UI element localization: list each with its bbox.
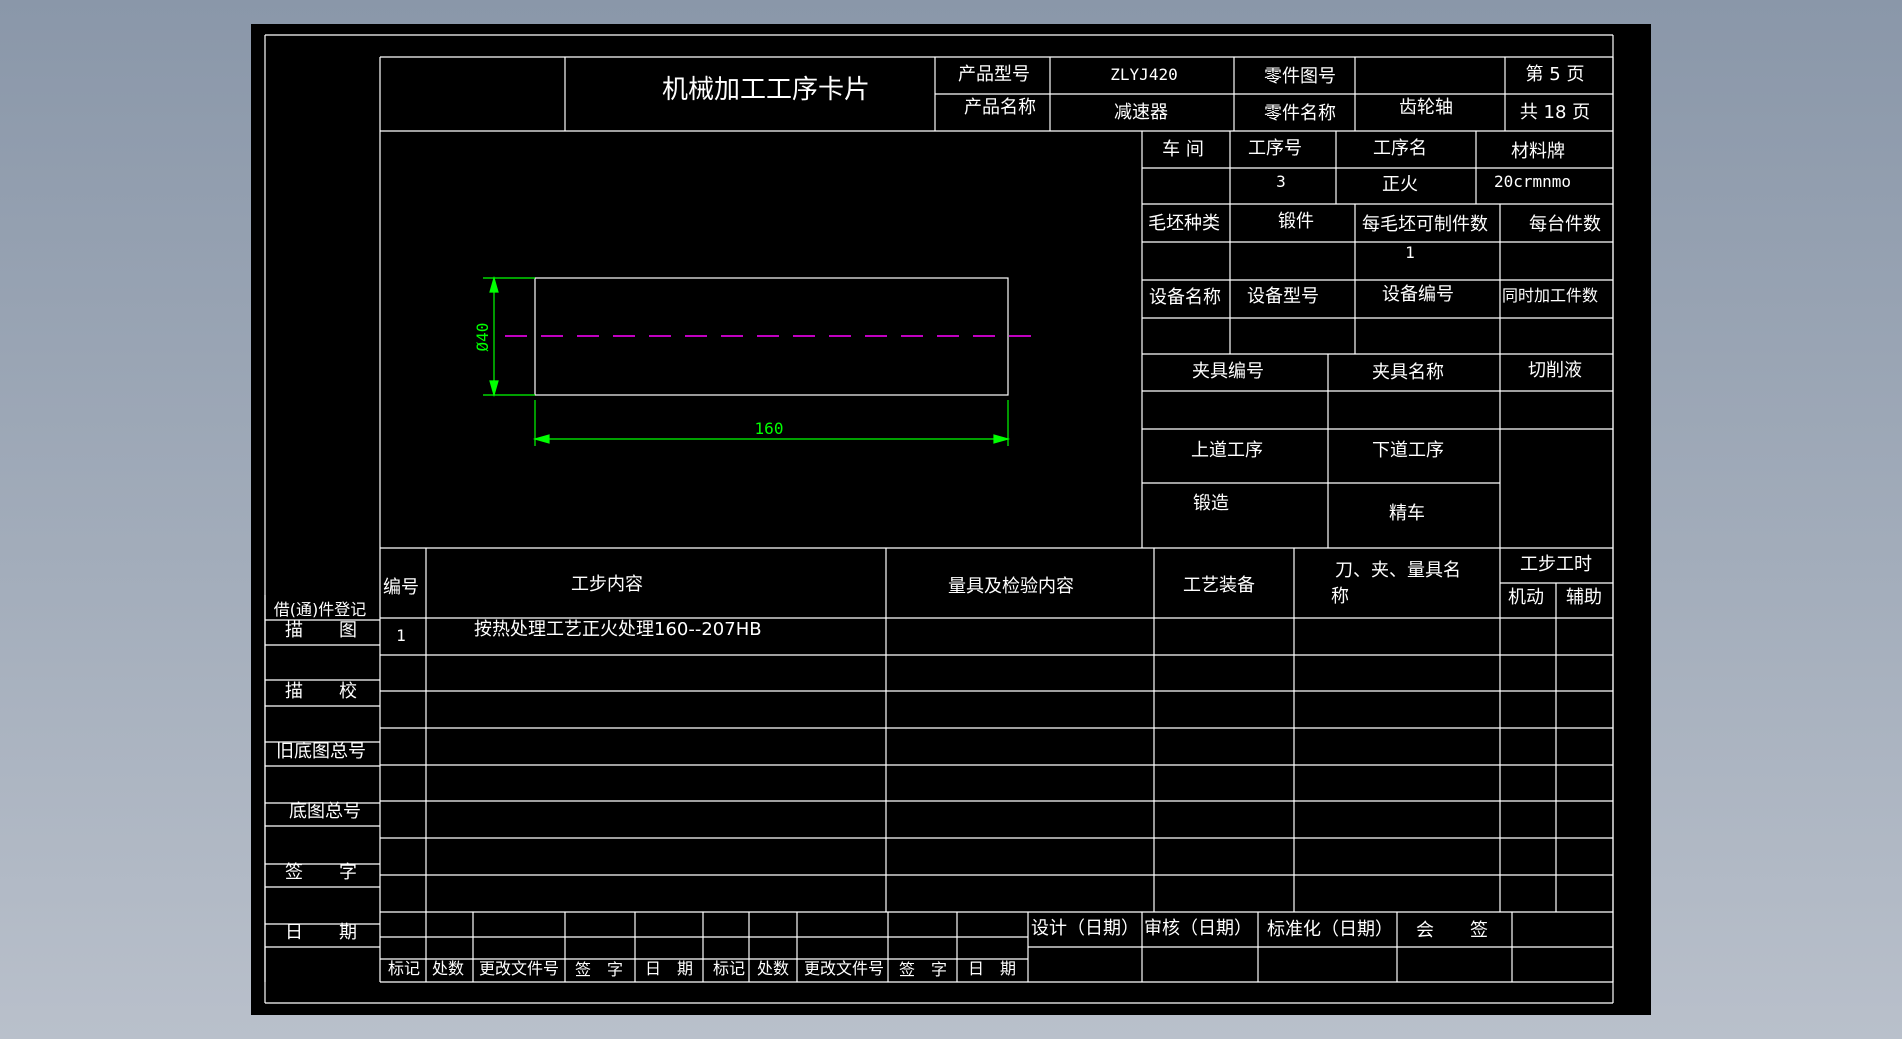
next-op-label: 下道工序 xyxy=(1372,440,1444,461)
equip-model-label: 设备型号 xyxy=(1247,286,1319,307)
revision-doc-label-2: 更改文件号 xyxy=(803,959,885,978)
card-title: 机械加工工序卡片 xyxy=(661,75,871,105)
revision-count-label-2: 处数 xyxy=(756,959,790,978)
equip-no-label: 设备编号 xyxy=(1382,284,1454,305)
sheet-background xyxy=(251,24,1651,1015)
date-label: 日 期 xyxy=(285,922,357,943)
standard-date-label: 标准化（日期） xyxy=(1267,919,1393,940)
fixture-name-label: 夹具名称 xyxy=(1372,362,1444,383)
part-name-label: 零件名称 xyxy=(1264,103,1336,124)
product-name-value: 减速器 xyxy=(1114,102,1168,123)
revision-date-label-2: 日 期 xyxy=(967,959,1017,978)
step-time-header: 工步工时 xyxy=(1520,554,1592,575)
equipment-header: 工艺装备 xyxy=(1183,575,1255,596)
revision-date-label: 日 期 xyxy=(644,959,694,978)
diameter-dimension-text: Ø40 xyxy=(473,322,492,352)
revision-count-label: 处数 xyxy=(431,959,465,978)
blank-type-value: 锻件 xyxy=(1278,211,1314,232)
op-name-value: 正火 xyxy=(1382,174,1418,195)
workshop-label: 车 间 xyxy=(1162,139,1204,160)
prev-op-value: 锻造 xyxy=(1193,493,1229,514)
blank-type-label: 毛坯种类 xyxy=(1148,213,1220,234)
simul-count-label: 同时加工件数 xyxy=(1501,286,1599,305)
check-label: 描 校 xyxy=(285,681,357,702)
per-blank-label: 每毛坯可制件数 xyxy=(1362,214,1488,235)
old-base-no-label: 旧底图总号 xyxy=(276,741,366,762)
tools-header-line2: 称 xyxy=(1331,586,1349,607)
trace-label: 描 图 xyxy=(285,620,357,641)
revision-sign-label-2: 签 字 xyxy=(898,960,948,979)
tools-header-line1: 刀、夹、量具名 xyxy=(1335,560,1461,581)
drawing-canvas xyxy=(251,24,1651,1015)
fixture-no-label: 夹具编号 xyxy=(1192,361,1264,382)
review-date-label: 审核（日期） xyxy=(1144,918,1252,939)
register-label: 借(通)件登记 xyxy=(273,600,367,619)
product-model-label: 产品型号 xyxy=(958,64,1030,85)
revision-sign-label: 签 字 xyxy=(574,960,624,979)
product-name-label: 产品名称 xyxy=(964,97,1036,118)
op-no-label: 工序号 xyxy=(1248,138,1302,159)
equip-name-label: 设备名称 xyxy=(1149,287,1221,308)
next-op-value: 精车 xyxy=(1389,503,1425,524)
cad-viewport: 机械加工工序卡片 产品型号 ZLYJ420 零件图号 第 5 页 产品名称 减速… xyxy=(0,0,1902,1039)
length-dimension-text: 160 xyxy=(754,419,784,438)
step-content-header: 工步内容 xyxy=(571,574,643,595)
per-blank-value: 1 xyxy=(1405,243,1415,262)
material-value: 20crmnmo xyxy=(1494,172,1572,191)
product-model-value: ZLYJ420 xyxy=(1110,65,1178,84)
revision-mark-label: 标记 xyxy=(387,959,421,978)
inspection-header: 量具及检验内容 xyxy=(948,576,1074,597)
step-no-header: 编号 xyxy=(383,577,419,598)
aux-time-header: 辅助 xyxy=(1566,587,1602,608)
step-row-1-content: 按热处理工艺正火处理160--207HB xyxy=(474,619,762,640)
countersign-label: 会 签 xyxy=(1416,920,1488,941)
per-unit-label: 每台件数 xyxy=(1529,214,1601,235)
part-no-label: 零件图号 xyxy=(1264,66,1336,87)
sign-label: 签 字 xyxy=(285,862,357,883)
revision-mark-label-2: 标记 xyxy=(712,959,746,978)
op-name-label: 工序名 xyxy=(1373,138,1427,159)
op-no-value: 3 xyxy=(1276,172,1286,191)
part-name-value: 齿轮轴 xyxy=(1399,97,1453,118)
coolant-label: 切削液 xyxy=(1528,360,1582,381)
material-label: 材料牌 xyxy=(1511,141,1565,162)
step-row-1-no: 1 xyxy=(396,626,406,645)
design-date-label: 设计（日期） xyxy=(1031,918,1139,939)
revision-doc-label: 更改文件号 xyxy=(478,959,560,978)
page-number: 第 5 页 xyxy=(1525,64,1585,85)
prev-op-label: 上道工序 xyxy=(1191,440,1263,461)
machine-time-header: 机动 xyxy=(1508,587,1544,608)
base-no-label: 底图总号 xyxy=(289,801,361,822)
total-pages: 共 18 页 xyxy=(1519,102,1591,123)
